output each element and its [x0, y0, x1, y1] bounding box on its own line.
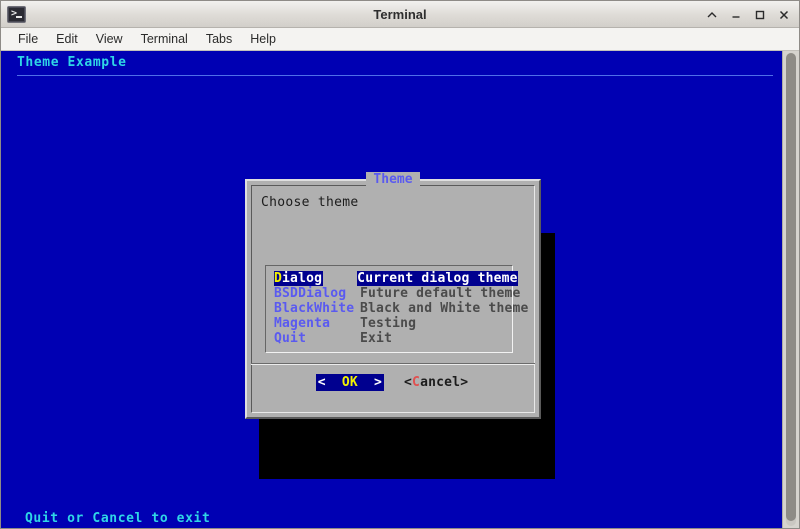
terminal-icon: >	[7, 5, 26, 23]
terminal-window: > Terminal File Edit View Terminal Tabs …	[0, 0, 800, 529]
window-controls	[701, 1, 795, 28]
theme-menu-list[interactable]: Dialog Current dialog theme BSDDialog Fu…	[265, 265, 528, 353]
menu-view[interactable]: View	[87, 29, 132, 49]
maximize-button[interactable]	[749, 4, 771, 26]
menu-item-magenta[interactable]: Magenta Testing	[274, 316, 512, 331]
menu-help[interactable]: Help	[241, 29, 285, 49]
window-title: Terminal	[373, 7, 427, 22]
menu-file[interactable]: File	[9, 29, 47, 49]
menu-item-dialog[interactable]: Dialog Current dialog theme	[274, 271, 518, 286]
menu-item-blackwhite-desc: Black and White theme	[360, 301, 529, 316]
menu-item-quit-tag: Quit	[274, 331, 307, 346]
terminal-screen[interactable]: Theme Example Quit or Cancel to exit The…	[11, 51, 782, 528]
menu-edit[interactable]: Edit	[47, 29, 87, 49]
terminal-area: Theme Example Quit or Cancel to exit The…	[1, 51, 799, 528]
close-button[interactable]	[773, 4, 795, 26]
menu-item-dialog-tag: Dialog	[274, 271, 324, 286]
menu-item-magenta-tag: Magenta	[274, 316, 331, 331]
screen-heading-rule	[17, 75, 773, 76]
screen-footer-hint: Quit or Cancel to exit	[25, 511, 211, 526]
cancel-button[interactable]: <Cancel>	[402, 374, 470, 391]
menubar: File Edit View Terminal Tabs Help	[1, 28, 799, 51]
menu-item-blackwhite-tag: BlackWhite	[274, 301, 355, 316]
menu-item-blackwhite[interactable]: BlackWhite Black and White theme	[274, 301, 528, 316]
menu-item-bsddialog[interactable]: BSDDialog Future default theme	[274, 286, 520, 301]
theme-dialog: Theme Choose theme Dialog Current dialog…	[245, 172, 541, 419]
menu-item-quit-desc: Exit	[360, 331, 393, 346]
dialog-prompt: Choose theme	[261, 195, 359, 210]
menu-tabs[interactable]: Tabs	[197, 29, 241, 49]
terminal-scrollbar[interactable]	[782, 51, 799, 528]
screen-heading: Theme Example	[17, 55, 127, 70]
dialog-button-separator	[251, 363, 535, 365]
menu-item-magenta-desc: Testing	[360, 316, 417, 331]
menu-terminal[interactable]: Terminal	[132, 29, 197, 49]
dialog-title-bar: Theme	[247, 172, 539, 188]
shade-button[interactable]	[701, 4, 723, 26]
dialog-title: Theme	[366, 172, 420, 187]
menu-item-quit[interactable]: Quit Exit	[274, 331, 512, 346]
ok-button[interactable]: < OK >	[315, 374, 384, 391]
scrollbar-thumb[interactable]	[786, 53, 796, 521]
dialog-button-row: < OK > <Cancel>	[247, 374, 539, 391]
menu-item-bsddialog-desc: Future default theme	[360, 286, 521, 301]
minimize-button[interactable]	[725, 4, 747, 26]
window-titlebar[interactable]: > Terminal	[1, 1, 799, 28]
menu-item-bsddialog-tag: BSDDialog	[274, 286, 347, 301]
menu-item-dialog-desc: Current dialog theme	[357, 271, 518, 286]
